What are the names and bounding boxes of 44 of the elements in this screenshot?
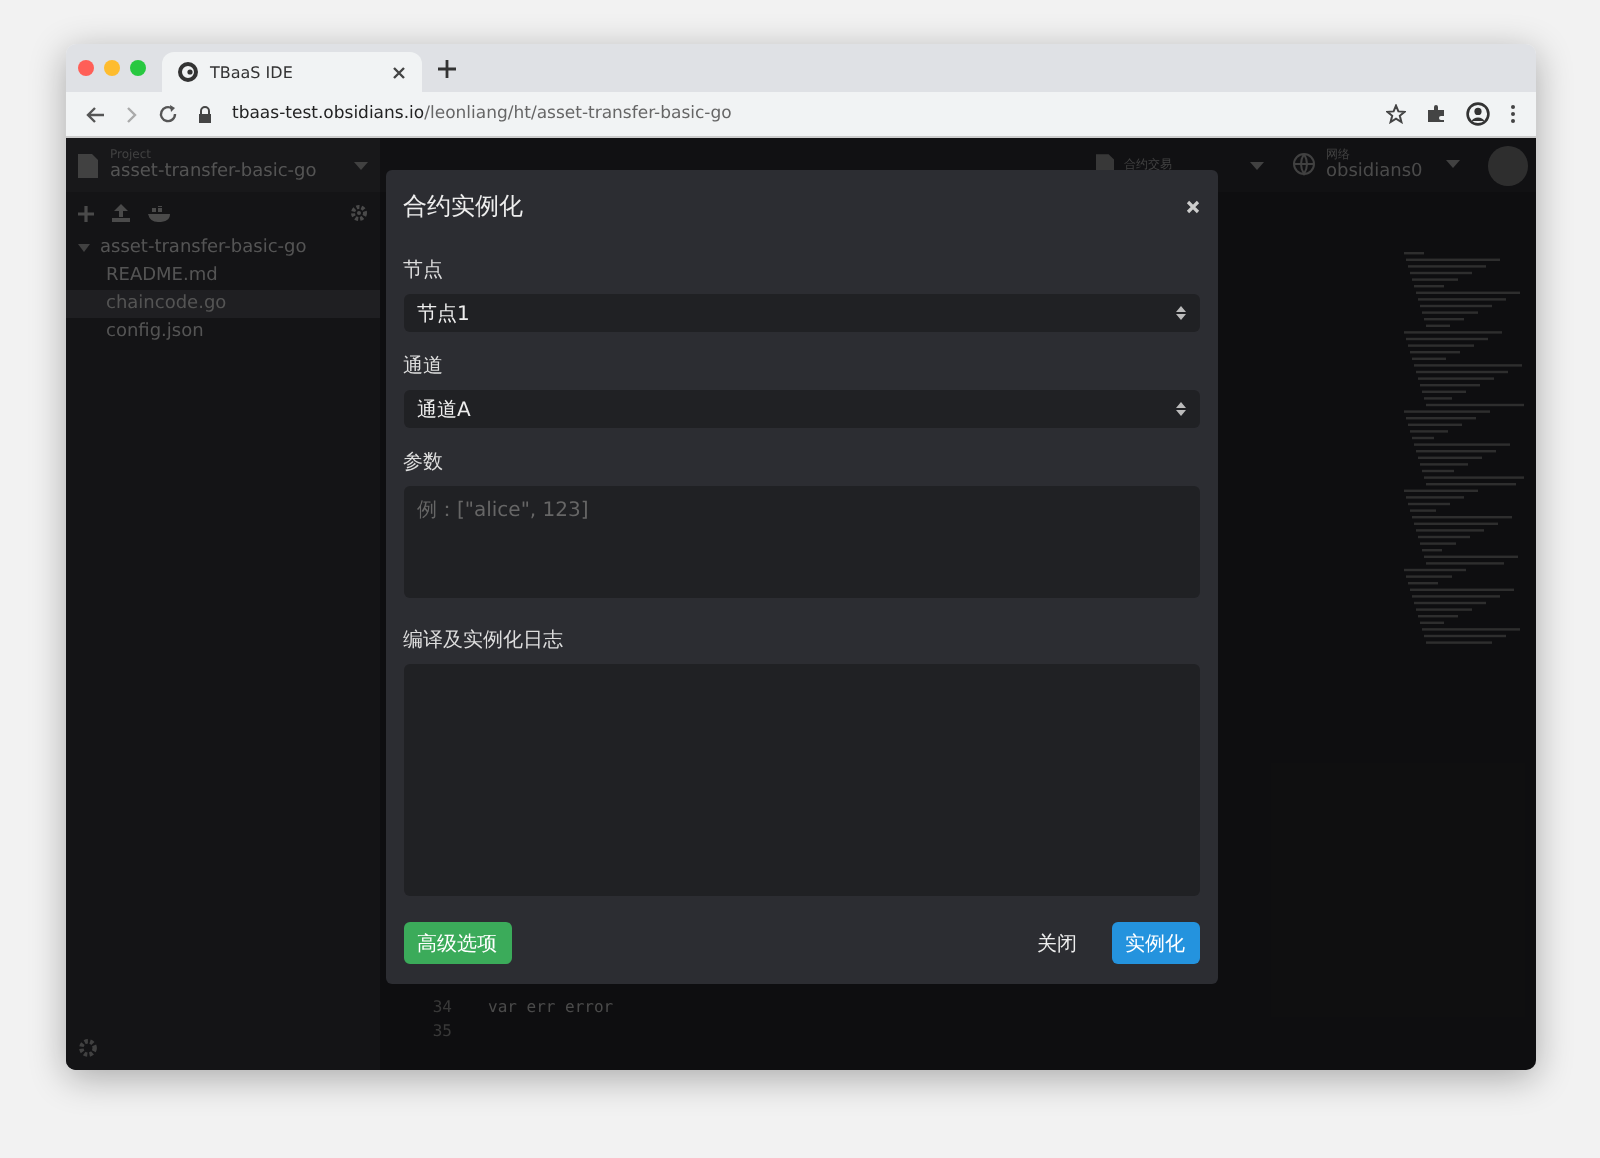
dialog-button[interactable]: 高级选项 bbox=[403, 922, 511, 964]
close-window-button[interactable] bbox=[78, 60, 94, 76]
add-icon[interactable] bbox=[78, 205, 94, 221]
file-icon bbox=[78, 153, 98, 177]
field-label: 编译及实例化日志 bbox=[403, 627, 563, 654]
file-item[interactable]: config.json bbox=[66, 318, 380, 346]
expand-caret-icon[interactable] bbox=[78, 242, 90, 254]
text-area-field[interactable]: 例：["alice", 123] bbox=[403, 486, 1199, 598]
code-line: var err error bbox=[488, 998, 614, 1020]
star-icon[interactable] bbox=[1386, 104, 1406, 124]
settings-icon[interactable] bbox=[350, 204, 368, 222]
reload-icon[interactable] bbox=[158, 104, 178, 124]
sort-caret-icon bbox=[1175, 402, 1185, 416]
dialog-button[interactable]: 关闭 bbox=[1023, 922, 1091, 964]
sort-caret-icon bbox=[1175, 306, 1185, 320]
menu-icon[interactable] bbox=[1510, 104, 1516, 124]
settings-icon[interactable] bbox=[78, 1038, 98, 1058]
select-field[interactable]: 通道A bbox=[403, 390, 1199, 428]
select-field[interactable]: 节点1 bbox=[403, 294, 1199, 332]
lock-icon bbox=[198, 105, 212, 123]
maximize-window-button[interactable] bbox=[130, 60, 146, 76]
site-logo-icon bbox=[178, 62, 198, 82]
caret-icon bbox=[1446, 160, 1460, 169]
file-item[interactable]: README.md bbox=[66, 262, 380, 290]
dialog-button[interactable]: 实例化 bbox=[1111, 922, 1199, 964]
new-tab-icon[interactable] bbox=[438, 59, 456, 77]
caret-icon bbox=[1250, 161, 1264, 169]
close-icon[interactable] bbox=[392, 65, 406, 79]
field-label: 节点 bbox=[403, 257, 443, 284]
back-arrow-icon[interactable] bbox=[86, 105, 106, 123]
url-text[interactable]: tbaas-test.obsidians.io/leonliang/ht/asset-transfer-basic-go bbox=[232, 104, 732, 124]
whale-icon[interactable] bbox=[148, 205, 172, 221]
minimize-window-button[interactable] bbox=[104, 60, 120, 76]
modal-title: 合约实例化 bbox=[403, 190, 523, 224]
puzzle-icon[interactable] bbox=[1426, 104, 1446, 124]
browser-tab[interactable]: TBaaS IDE bbox=[162, 52, 422, 92]
caret-icon bbox=[354, 161, 368, 169]
upload-icon[interactable] bbox=[112, 204, 130, 222]
avatar[interactable] bbox=[1488, 145, 1528, 185]
folder-item[interactable]: asset-transfer-basic-go bbox=[66, 234, 380, 262]
profile-icon[interactable] bbox=[1466, 102, 1490, 126]
globe-icon bbox=[1292, 152, 1316, 177]
field-label: 参数 bbox=[403, 449, 443, 476]
field-label: 通道 bbox=[403, 353, 443, 380]
